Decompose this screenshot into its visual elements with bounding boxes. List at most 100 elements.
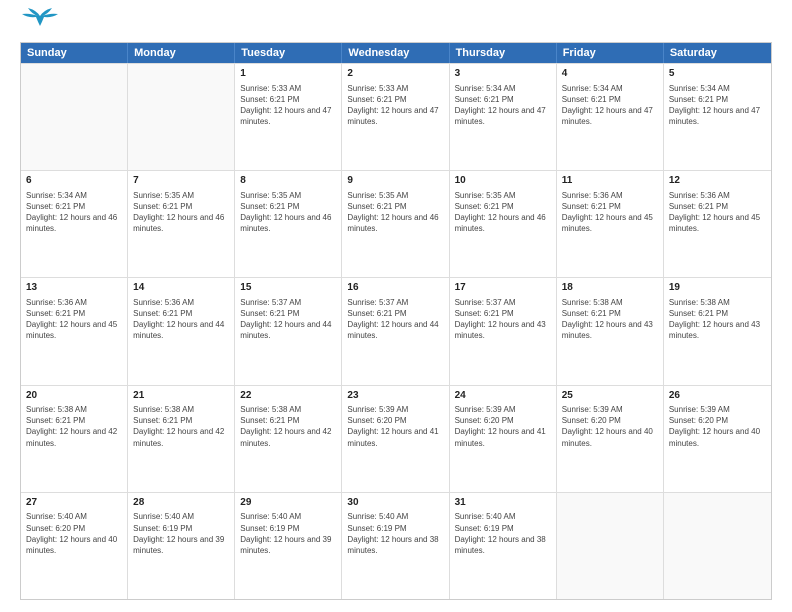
logo-bird-icon xyxy=(22,8,58,32)
week-row-4: 20Sunrise: 5:38 AMSunset: 6:21 PMDayligh… xyxy=(21,385,771,492)
cal-cell: 30Sunrise: 5:40 AMSunset: 6:19 PMDayligh… xyxy=(342,493,449,599)
cal-cell: 22Sunrise: 5:38 AMSunset: 6:21 PMDayligh… xyxy=(235,386,342,492)
cal-cell: 8Sunrise: 5:35 AMSunset: 6:21 PMDaylight… xyxy=(235,171,342,277)
week-row-2: 6 Sunrise: 5:34 AMSunset: 6:21 PMDaylight… xyxy=(21,170,771,277)
cal-cell xyxy=(664,493,771,599)
header xyxy=(20,16,772,32)
cell-info: Sunrise: 5:37 AMSunset: 6:21 PMDaylight:… xyxy=(347,297,443,342)
day-number: 17 xyxy=(455,281,551,295)
cal-cell: 31Sunrise: 5:40 AMSunset: 6:19 PMDayligh… xyxy=(450,493,557,599)
cell-info: Sunrise: 5:40 AMSunset: 6:19 PMDaylight:… xyxy=(455,511,551,556)
cal-cell: 1Sunrise: 5:33 AMSunset: 6:21 PMDaylight… xyxy=(235,64,342,170)
cell-info: Sunrise: 5:34 AMSunset: 6:21 PMDaylight:… xyxy=(562,83,658,128)
cell-info: Sunrise: 5:37 AMSunset: 6:21 PMDaylight:… xyxy=(240,297,336,342)
cal-cell: 9 Sunrise: 5:35 AMSunset: 6:21 PMDaylight… xyxy=(342,171,449,277)
cal-cell: 15 Sunrise: 5:37 AMSunset: 6:21 PMDayligh… xyxy=(235,278,342,384)
calendar-header-row: SundayMondayTuesdayWednesdayThursdayFrid… xyxy=(21,43,771,63)
cell-info: Sunrise: 5:39 AMSunset: 6:20 PMDaylight:… xyxy=(455,404,551,449)
cell-info: Sunrise: 5:38 AMSunset: 6:21 PMDaylight:… xyxy=(562,297,658,342)
logo xyxy=(20,16,58,32)
cal-cell: 5 Sunrise: 5:34 AMSunset: 6:21 PMDaylight… xyxy=(664,64,771,170)
cell-info: Sunrise: 5:39 AMSunset: 6:20 PMDaylight:… xyxy=(669,404,766,449)
day-number: 8 xyxy=(240,174,336,188)
cell-info: Sunrise: 5:35 AMSunset: 6:21 PMDaylight:… xyxy=(455,190,551,235)
cell-info: Sunrise: 5:35 AMSunset: 6:21 PMDaylight:… xyxy=(347,190,443,235)
day-number: 5 xyxy=(669,67,766,81)
day-number: 20 xyxy=(26,389,122,403)
day-number: 9 xyxy=(347,174,443,188)
day-number: 7 xyxy=(133,174,229,188)
cal-cell: 26Sunrise: 5:39 AMSunset: 6:20 PMDayligh… xyxy=(664,386,771,492)
cal-cell: 28Sunrise: 5:40 AMSunset: 6:19 PMDayligh… xyxy=(128,493,235,599)
header-day-tuesday: Tuesday xyxy=(235,43,342,63)
cal-cell: 29Sunrise: 5:40 AMSunset: 6:19 PMDayligh… xyxy=(235,493,342,599)
cal-cell: 20Sunrise: 5:38 AMSunset: 6:21 PMDayligh… xyxy=(21,386,128,492)
cal-cell xyxy=(21,64,128,170)
cell-info: Sunrise: 5:38 AMSunset: 6:21 PMDaylight:… xyxy=(26,404,122,449)
calendar-body: 1 Sunrise: 5:33 AMSunset: 6:21 PMDaylight… xyxy=(21,63,771,599)
cell-info: Sunrise: 5:38 AMSunset: 6:21 PMDaylight:… xyxy=(240,404,336,449)
day-number: 6 xyxy=(26,174,122,188)
cell-info: Sunrise: 5:40 AMSunset: 6:19 PMDaylight:… xyxy=(240,511,336,556)
day-number: 22 xyxy=(240,389,336,403)
cal-cell: 6 Sunrise: 5:34 AMSunset: 6:21 PMDaylight… xyxy=(21,171,128,277)
calendar: SundayMondayTuesdayWednesdayThursdayFrid… xyxy=(20,42,772,600)
cal-cell: 4 Sunrise: 5:34 AMSunset: 6:21 PMDaylight… xyxy=(557,64,664,170)
cal-cell: 12Sunrise: 5:36 AMSunset: 6:21 PMDayligh… xyxy=(664,171,771,277)
day-number: 1 xyxy=(240,67,336,81)
header-day-sunday: Sunday xyxy=(21,43,128,63)
day-number: 2 xyxy=(347,67,443,81)
day-number: 11 xyxy=(562,174,658,188)
day-number: 13 xyxy=(26,281,122,295)
cal-cell: 21Sunrise: 5:38 AMSunset: 6:21 PMDayligh… xyxy=(128,386,235,492)
day-number: 18 xyxy=(562,281,658,295)
cal-cell: 16 Sunrise: 5:37 AMSunset: 6:21 PMDayligh… xyxy=(342,278,449,384)
day-number: 29 xyxy=(240,496,336,510)
day-number: 23 xyxy=(347,389,443,403)
cal-cell: 13Sunrise: 5:36 AMSunset: 6:21 PMDayligh… xyxy=(21,278,128,384)
cell-info: Sunrise: 5:37 AMSunset: 6:21 PMDaylight:… xyxy=(455,297,551,342)
cal-cell: 17 Sunrise: 5:37 AMSunset: 6:21 PMDayligh… xyxy=(450,278,557,384)
cell-info: Sunrise: 5:36 AMSunset: 6:21 PMDaylight:… xyxy=(133,297,229,342)
cell-info: Sunrise: 5:34 AMSunset: 6:21 PMDaylight:… xyxy=(26,190,122,235)
cal-cell: 7 Sunrise: 5:35 AMSunset: 6:21 PMDaylight… xyxy=(128,171,235,277)
cell-info: Sunrise: 5:40 AMSunset: 6:19 PMDaylight:… xyxy=(133,511,229,556)
day-number: 25 xyxy=(562,389,658,403)
day-number: 19 xyxy=(669,281,766,295)
day-number: 21 xyxy=(133,389,229,403)
header-day-thursday: Thursday xyxy=(450,43,557,63)
cell-info: Sunrise: 5:33 AMSunset: 6:21 PMDaylight:… xyxy=(347,83,443,128)
cal-cell: 19Sunrise: 5:38 AMSunset: 6:21 PMDayligh… xyxy=(664,278,771,384)
cell-info: Sunrise: 5:39 AMSunset: 6:20 PMDaylight:… xyxy=(347,404,443,449)
day-number: 24 xyxy=(455,389,551,403)
header-day-monday: Monday xyxy=(128,43,235,63)
day-number: 16 xyxy=(347,281,443,295)
day-number: 30 xyxy=(347,496,443,510)
cal-cell: 3Sunrise: 5:34 AMSunset: 6:21 PMDaylight… xyxy=(450,64,557,170)
cell-info: Sunrise: 5:39 AMSunset: 6:20 PMDaylight:… xyxy=(562,404,658,449)
day-number: 26 xyxy=(669,389,766,403)
day-number: 15 xyxy=(240,281,336,295)
cell-info: Sunrise: 5:34 AMSunset: 6:21 PMDaylight:… xyxy=(455,83,551,128)
cal-cell: 18 Sunrise: 5:38 AMSunset: 6:21 PMDayligh… xyxy=(557,278,664,384)
header-day-wednesday: Wednesday xyxy=(342,43,449,63)
cell-info: Sunrise: 5:36 AMSunset: 6:21 PMDaylight:… xyxy=(669,190,766,235)
cell-info: Sunrise: 5:40 AMSunset: 6:19 PMDaylight:… xyxy=(347,511,443,556)
cell-info: Sunrise: 5:36 AMSunset: 6:21 PMDaylight:… xyxy=(562,190,658,235)
day-number: 4 xyxy=(562,67,658,81)
cell-info: Sunrise: 5:38 AMSunset: 6:21 PMDaylight:… xyxy=(133,404,229,449)
cell-info: Sunrise: 5:34 AMSunset: 6:21 PMDaylight:… xyxy=(669,83,766,128)
cal-cell: 2 Sunrise: 5:33 AMSunset: 6:21 PMDaylight… xyxy=(342,64,449,170)
cal-cell xyxy=(128,64,235,170)
header-day-saturday: Saturday xyxy=(664,43,771,63)
cal-cell xyxy=(557,493,664,599)
cell-info: Sunrise: 5:35 AMSunset: 6:21 PMDaylight:… xyxy=(133,190,229,235)
week-row-3: 13 Sunrise: 5:36 AMSunset: 6:21 PMDayligh… xyxy=(21,277,771,384)
day-number: 10 xyxy=(455,174,551,188)
cal-cell: 10 Sunrise: 5:35 AMSunset: 6:21 PMDayligh… xyxy=(450,171,557,277)
week-row-5: 27Sunrise: 5:40 AMSunset: 6:20 PMDayligh… xyxy=(21,492,771,599)
week-row-1: 1 Sunrise: 5:33 AMSunset: 6:21 PMDaylight… xyxy=(21,63,771,170)
cal-cell: 24Sunrise: 5:39 AMSunset: 6:20 PMDayligh… xyxy=(450,386,557,492)
cal-cell: 27Sunrise: 5:40 AMSunset: 6:20 PMDayligh… xyxy=(21,493,128,599)
day-number: 28 xyxy=(133,496,229,510)
